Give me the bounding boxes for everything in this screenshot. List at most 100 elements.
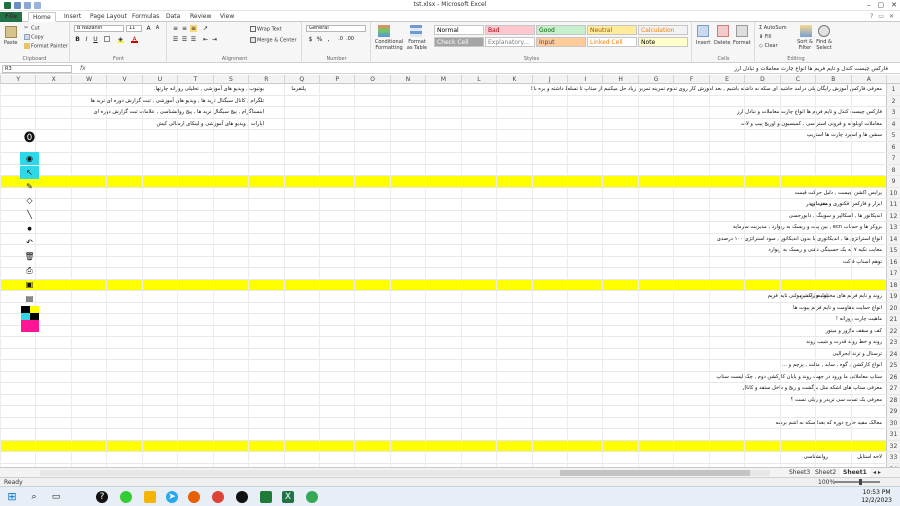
insert-cells-icon[interactable] [697,25,709,37]
pointer-help-icon[interactable]: ⓿ [20,130,39,144]
eye-icon[interactable]: ◉ [20,152,39,165]
firefox-icon[interactable] [188,491,200,503]
column-header[interactable]: H [602,75,637,84]
column-header[interactable]: I [567,75,602,84]
cell-a[interactable]: سشن ها و اسپرد چارت ها استریپ [807,130,882,141]
trash-icon[interactable]: 🗑 [20,250,39,263]
tab-review[interactable]: Review [186,12,215,22]
image-icon[interactable]: ▣ [20,278,39,291]
table-row[interactable]: 23 روند و خط روند قدرت و شیب روند [0,337,900,349]
align-bottom-icon[interactable]: ≡ [190,25,197,32]
column-header[interactable]: A [850,75,886,84]
format-button[interactable]: Format [733,40,751,46]
maximize-button[interactable]: ▢ [878,1,885,9]
row-number[interactable]: 4 [886,118,900,129]
table-row[interactable]: 32 [0,440,900,452]
cell-style-0[interactable]: Normal [434,25,484,35]
font-size-combo[interactable]: 11 [126,25,142,32]
color-swatch-cyan[interactable] [21,313,30,320]
table-row[interactable]: 1 معرفی فارکس آموزش رایگان پلی درامد حاشی… [0,84,900,96]
clipboard-icon[interactable]: ▤ [20,292,39,305]
align-center-icon[interactable]: ☰ [181,36,188,43]
cell-style-3[interactable]: Neutral [587,25,637,35]
cell-a[interactable]: لاخه استایل [857,452,882,463]
cell-a[interactable]: معرفی فارکس آموزش رایگان پلی درامد حاشیه… [531,84,882,95]
cut-button[interactable]: ✂ Cut [24,25,40,32]
cell-a[interactable]: ماهیت چارت روزانه ! [836,314,882,325]
tab-data[interactable]: Data [162,12,184,22]
column-header[interactable]: E [708,75,744,84]
column-header[interactable]: Q [283,75,319,84]
find-select-button[interactable]: Find & Select [814,39,834,51]
row-number[interactable]: 1 [886,84,900,95]
table-row[interactable]: 14 انواع استراتژی ها , اندیکاتوری با بدون… [0,233,900,245]
table-row[interactable]: 15 معایب نکیه ۷ به یک حسینگی ذهنی و ریسک … [0,245,900,257]
cell-a[interactable]: کف و سقف ماژور و مینور [826,326,882,337]
column-header[interactable]: C [779,75,815,84]
cell-style-2[interactable]: Good [536,25,586,35]
row-number[interactable]: 21 [886,314,900,325]
ribbon-restore-icon[interactable]: ▭ [878,13,884,20]
format-cells-icon[interactable] [736,25,748,37]
table-row[interactable]: 22 کف و سقف ماژور و مینور [0,325,900,337]
row-number[interactable]: 19 [886,291,900,302]
borders-icon[interactable] [104,36,110,42]
table-row[interactable]: 5 سشن ها و اسپرد چارت ها استریپ [0,130,900,142]
column-header[interactable]: X [35,75,70,84]
cell-a[interactable]: بروکر ها و حساب ecn , بین پیت و ریسک به … [733,222,882,233]
table-row[interactable]: 17 [0,268,900,280]
column-header[interactable]: R [248,75,283,84]
column-header[interactable]: G [637,75,673,84]
column-header[interactable]: O [354,75,389,84]
column-header[interactable]: K [496,75,531,84]
table-row[interactable]: 8 [0,164,900,176]
row-number[interactable]: 27 [886,383,900,394]
column-header[interactable]: W [70,75,106,84]
cell-style-4[interactable]: Calculation [638,25,688,35]
row-number[interactable]: 30 [886,417,900,428]
cursor-icon[interactable]: ↖ [20,166,39,179]
cell-a[interactable]: انواع استراتژی ها , اندیکاتوری با بدون ا… [717,234,882,245]
cell-b[interactable]: مقدماتی [810,199,828,210]
row-number[interactable]: 22 [886,325,900,336]
row-number[interactable]: 13 [886,222,900,233]
paste-button[interactable]: Paste [4,40,18,46]
zoom-slider[interactable] [834,479,880,485]
comma-icon[interactable]: , [325,36,332,43]
autosum-button[interactable]: Σ AutoSum [759,25,787,31]
font-color-icon[interactable]: A [131,36,138,43]
increase-decimal-icon[interactable]: .0 [337,36,344,43]
row-number[interactable]: 10 [886,187,900,198]
conditional-formatting-icon[interactable] [378,25,390,37]
row-number[interactable]: 33 [886,452,900,463]
copy-button[interactable]: Copy [24,34,44,41]
tab-page-layout[interactable]: Page Layout [86,12,131,22]
row-number[interactable]: 11 [886,199,900,210]
column-header[interactable]: U [141,75,177,84]
font-name-combo[interactable]: B Nazanin [74,25,124,32]
row-number[interactable]: 26 [886,371,900,382]
column-header[interactable]: N [389,75,425,84]
table-row[interactable]: 3 فارکس چیست کندل و تایم فریم ها انواع چا… [0,107,900,119]
table-row[interactable]: 10 پرایس اکشن چیست , دلیل حرکت قیمت [0,187,900,199]
cell-a[interactable]: معرفی ستاپ های اشکه مثل برگشت و ریج و دا… [743,383,883,394]
cell-a[interactable]: ستاپ معاملاتی ما ورود در جهت روند و پایا… [716,372,882,383]
row-number[interactable]: 5 [886,130,900,141]
table-row[interactable]: 19 روند و تایم فریم های مختلف چارت , مولت… [0,291,900,303]
align-left-icon[interactable]: ☰ [172,36,179,43]
delete-button[interactable]: Delete [714,40,730,46]
increase-indent-icon[interactable]: ⇥ [211,36,218,43]
column-header[interactable]: V [106,75,141,84]
shrink-font-icon[interactable]: A [154,25,161,32]
column-header[interactable]: M [425,75,460,84]
row-number[interactable]: 12 [886,210,900,221]
tab-file[interactable]: File [0,12,22,22]
column-header[interactable]: F [673,75,708,84]
conditional-formatting-button[interactable]: Conditional Formatting [373,39,405,51]
zoom-thumb[interactable] [859,479,862,485]
cell-b[interactable]: پرایس اکشن [800,291,828,302]
row-number[interactable]: 14 [886,233,900,244]
cell-a[interactable]: معالک مفید خارج دوره که بعدا سکه نه اشم … [775,418,882,429]
select-all-corner[interactable] [886,75,900,84]
table-row[interactable]: 12 اندیکاتور ها , اسکالپر و سوینگ , دابور… [0,210,900,222]
